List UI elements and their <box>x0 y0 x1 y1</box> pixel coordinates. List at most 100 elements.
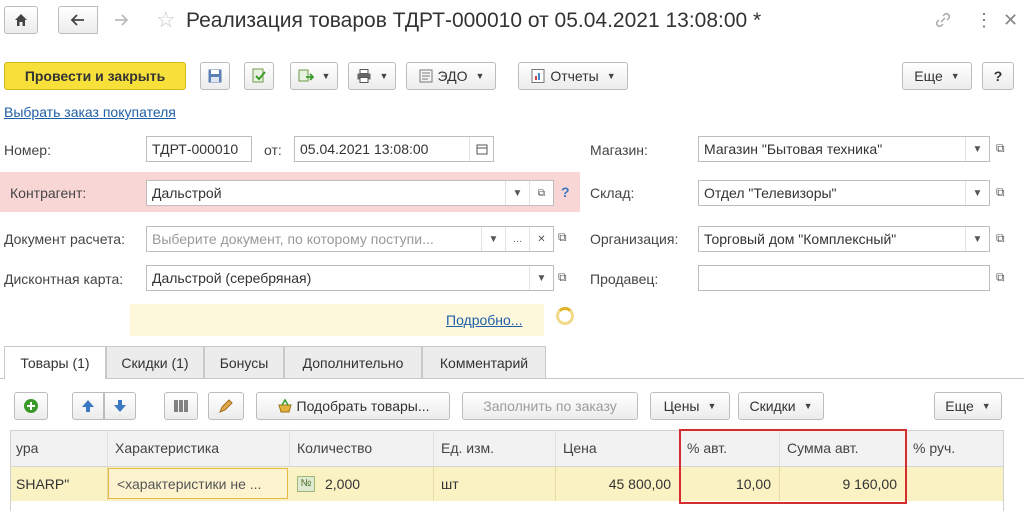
fill-by-order-button[interactable]: Заполнить по заказу <box>462 392 638 420</box>
plus-circle-icon <box>24 399 38 413</box>
column-header-nomenclature[interactable]: ура <box>11 430 108 466</box>
table-more-button[interactable]: Еще ▼ <box>934 392 1002 420</box>
discount-card-label: Дисконтная карта: <box>4 271 124 287</box>
open-form-icon[interactable]: ⧉ <box>558 230 567 245</box>
cell-nomenclature[interactable]: SHARP" <box>11 467 108 501</box>
open-form-icon[interactable]: ⧉ <box>558 270 567 285</box>
add-row-button[interactable] <box>14 392 48 420</box>
help-question-icon[interactable]: ? <box>561 184 570 200</box>
open-form-icon[interactable]: ⧉ <box>996 270 1005 285</box>
tab-comment[interactable]: Комментарий <box>422 346 546 378</box>
help-button[interactable]: ? <box>982 62 1014 90</box>
dropdown-chevron-icon[interactable]: ▼ <box>481 227 505 251</box>
clear-icon[interactable]: ✕ <box>529 227 553 251</box>
calendar-icon[interactable] <box>469 137 493 161</box>
reports-button[interactable]: Отчеты ▼ <box>518 62 628 90</box>
counterparty-field[interactable]: Дальстрой ▼ ⧉ <box>146 180 554 206</box>
edo-label: ЭДО <box>437 68 468 84</box>
more-menu-icon[interactable]: ⋮ <box>975 8 993 32</box>
counterparty-value: Дальстрой <box>152 185 222 201</box>
home-icon <box>15 14 27 26</box>
cell-unit[interactable]: шт <box>434 467 556 501</box>
arrow-right-icon <box>115 14 129 26</box>
open-form-icon[interactable]: ⧉ <box>996 185 1005 200</box>
cell-manual-percent[interactable] <box>906 467 1003 501</box>
create-based-on-button[interactable]: ▼ <box>290 62 338 90</box>
edo-button[interactable]: ЭДО ▼ <box>406 62 496 90</box>
store-value: Магазин "Бытовая техника" <box>704 141 883 157</box>
dropdown-chevron-icon[interactable]: ▼ <box>965 137 989 161</box>
open-form-icon[interactable]: ⧉ <box>529 181 553 205</box>
arrow-down-icon <box>114 400 126 412</box>
details-link[interactable]: Подробно... <box>446 312 523 328</box>
discounts-label: Скидки <box>749 398 796 414</box>
tab-goods[interactable]: Товары (1) <box>4 346 106 379</box>
warehouse-field[interactable]: Отдел "Телевизоры" ▼ <box>698 180 990 206</box>
seller-label: Продавец: <box>590 271 659 287</box>
column-header-manual-percent[interactable]: % руч. <box>906 430 1003 466</box>
number-field[interactable]: ТДРТ-000010 <box>146 136 252 162</box>
tab-comment-label: Комментарий <box>439 354 529 371</box>
discounts-button[interactable]: Скидки ▼ <box>738 392 824 420</box>
cell-price[interactable]: 45 800,00 <box>556 467 680 501</box>
open-form-icon[interactable]: ⧉ <box>996 231 1005 246</box>
tab-additional[interactable]: Дополнительно <box>284 346 422 378</box>
dropdown-chevron-icon[interactable]: ▼ <box>965 181 989 205</box>
settlement-document-field[interactable]: Выберите документ, по которому поступи..… <box>146 226 554 252</box>
cell-characteristic[interactable]: <характеристики не ... <box>108 468 288 499</box>
more-actions-button[interactable]: Еще ▼ <box>902 62 972 90</box>
seller-field[interactable] <box>698 265 990 291</box>
close-icon[interactable]: ✕ <box>1003 8 1018 32</box>
chevron-down-icon: ▼ <box>981 401 991 411</box>
home-button[interactable] <box>4 6 38 34</box>
chevron-down-icon: ▼ <box>803 401 813 411</box>
ellipsis-icon[interactable]: … <box>505 227 529 251</box>
dropdown-chevron-icon[interactable]: ▼ <box>505 181 529 205</box>
settlement-document-label: Документ расчета: <box>4 231 125 247</box>
forward-button[interactable] <box>103 6 139 34</box>
column-header-quantity[interactable]: Количество <box>290 430 434 466</box>
discount-card-field[interactable]: Дальстрой (серебряная) ▼ <box>146 265 554 291</box>
arrow-left-icon <box>70 14 84 26</box>
move-down-button[interactable] <box>104 392 136 420</box>
store-label: Магазин: <box>590 142 648 158</box>
column-header-characteristic[interactable]: Характеристика <box>108 430 290 466</box>
table-more-label: Еще <box>945 398 974 414</box>
characteristic-value: <характеристики не ... <box>117 475 262 492</box>
warehouse-label: Склад: <box>590 185 635 201</box>
create-based-icon <box>298 69 314 82</box>
post-and-close-button[interactable]: Провести и закрыть <box>4 62 186 90</box>
discount-card-value: Дальстрой (серебряная) <box>152 270 312 286</box>
tab-goods-label: Товары (1) <box>20 355 90 371</box>
barcode-icon <box>174 400 188 412</box>
date-value: 05.04.2021 13:08:00 <box>300 141 429 157</box>
settlement-document-placeholder: Выберите документ, по которому поступи..… <box>152 231 434 247</box>
organization-field[interactable]: Торговый дом "Комплексный" ▼ <box>698 226 990 252</box>
save-button[interactable] <box>200 62 230 90</box>
select-customer-order-link[interactable]: Выбрать заказ покупателя <box>4 104 176 120</box>
column-header-price[interactable]: Цена <box>556 430 680 466</box>
cell-quantity[interactable]: № 2,000 <box>290 467 434 501</box>
store-field[interactable]: Магазин "Бытовая техника" ▼ <box>698 136 990 162</box>
pick-goods-button[interactable]: Подобрать товары... <box>256 392 450 420</box>
prices-button[interactable]: Цены ▼ <box>650 392 730 420</box>
open-form-icon[interactable]: ⧉ <box>996 141 1005 156</box>
tab-discounts[interactable]: Скидки (1) <box>106 346 204 378</box>
prices-label: Цены <box>663 398 700 414</box>
post-button[interactable] <box>244 62 274 90</box>
chevron-down-icon: ▼ <box>606 71 616 81</box>
print-button[interactable]: ▼ <box>348 62 396 90</box>
dropdown-chevron-icon[interactable]: ▼ <box>529 266 553 290</box>
number-value: ТДРТ-000010 <box>152 141 239 157</box>
post-and-close-label: Провести и закрыть <box>24 68 166 84</box>
column-header-unit[interactable]: Ед. изм. <box>434 430 556 466</box>
move-up-button[interactable] <box>72 392 104 420</box>
tab-bonuses[interactable]: Бонусы <box>204 346 284 378</box>
dropdown-chevron-icon[interactable]: ▼ <box>965 227 989 251</box>
back-button[interactable] <box>58 6 98 34</box>
favorite-star-icon[interactable]: ☆ <box>156 8 176 32</box>
edit-button[interactable] <box>208 392 244 420</box>
link-icon[interactable] <box>933 10 953 33</box>
barcode-button[interactable] <box>164 392 198 420</box>
date-field[interactable]: 05.04.2021 13:08:00 <box>294 136 494 162</box>
